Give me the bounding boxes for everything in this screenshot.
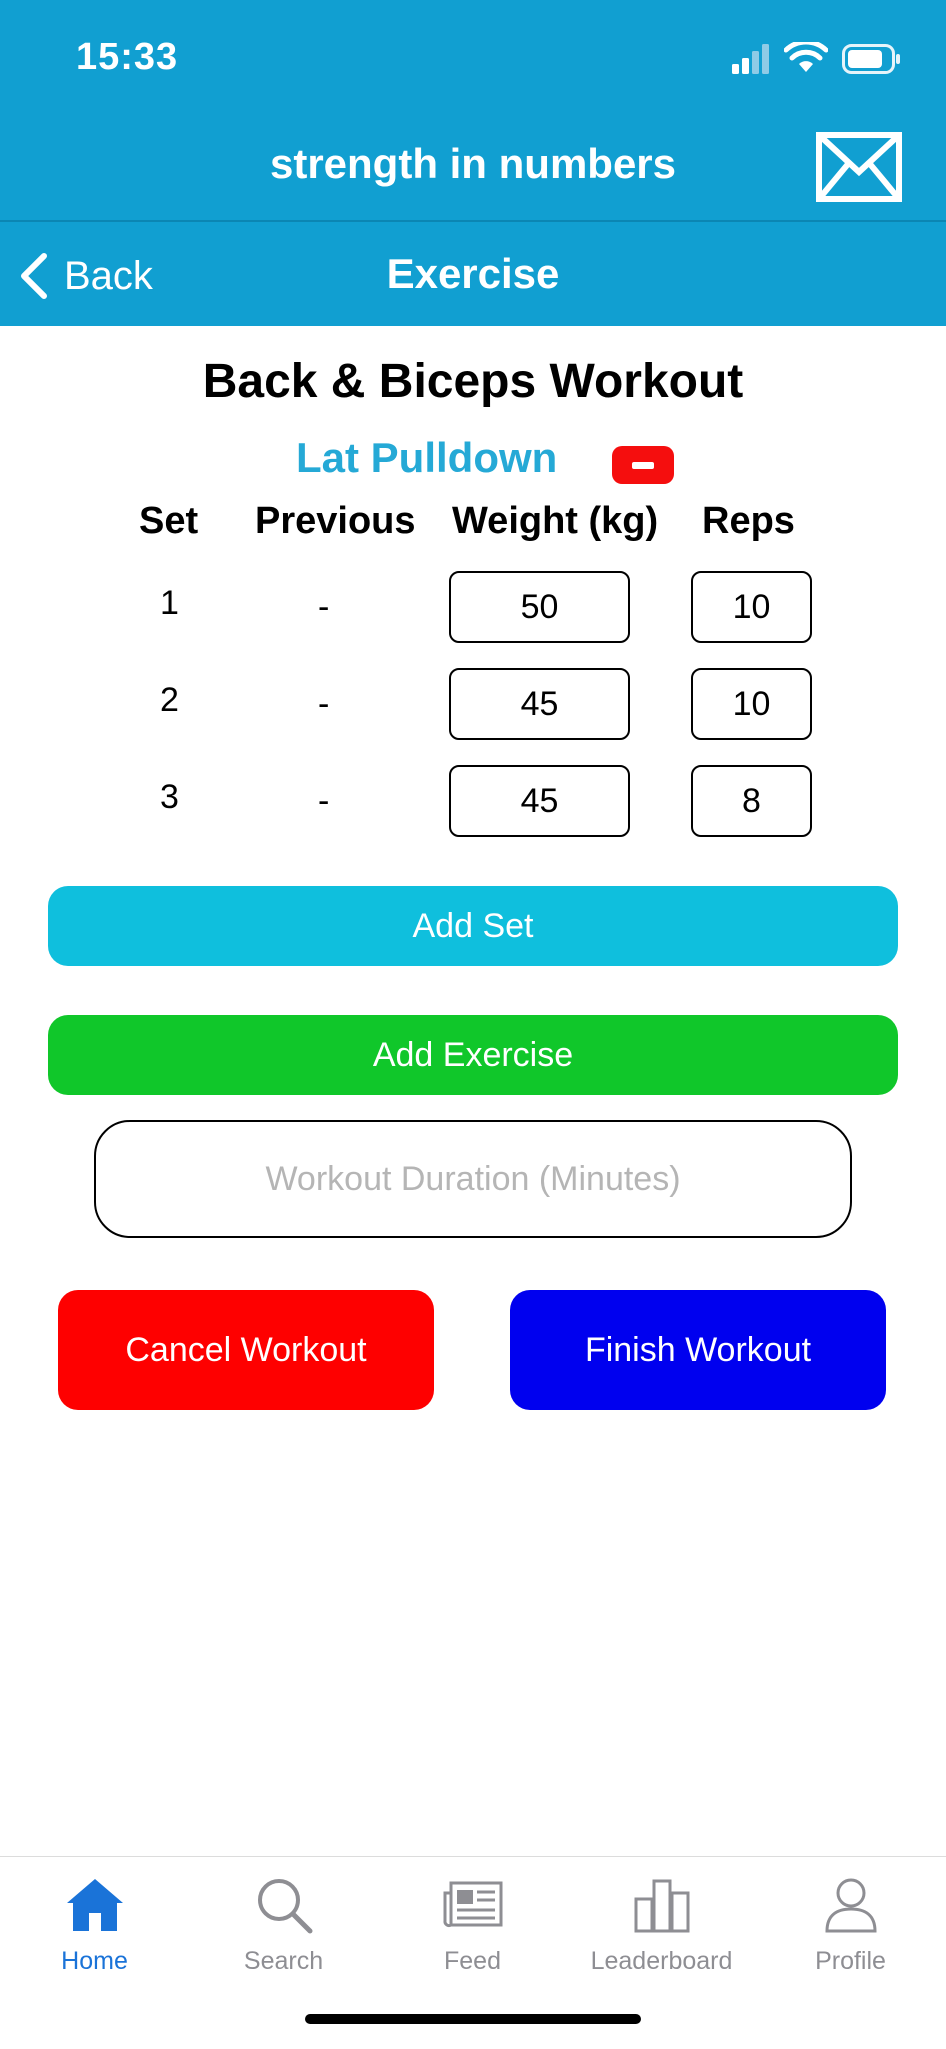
newspaper-icon (443, 1881, 502, 1928)
nav-title: Exercise (386, 250, 560, 297)
search-icon (257, 1879, 312, 1934)
workout-duration-input[interactable]: Workout Duration (Minutes) (94, 1120, 852, 1238)
column-header-previous: Previous (255, 500, 416, 542)
tab-label: Home (61, 1947, 128, 1975)
previous-value: - (318, 588, 330, 626)
tab-label: Search (243, 1947, 324, 1975)
weight-input[interactable]: 45 (449, 668, 630, 740)
add-exercise-button[interactable]: Add Exercise (48, 1015, 898, 1095)
brand-title: strength in numbers (269, 140, 677, 187)
set-number: 1 (160, 584, 179, 622)
cellular-signal-icon (732, 44, 769, 74)
tab-home[interactable]: Home (0, 1873, 189, 1993)
previous-value: - (318, 782, 330, 820)
battery-icon (842, 44, 900, 74)
reps-input[interactable]: 10 (691, 571, 812, 643)
previous-value: - (318, 685, 330, 723)
status-time: 15:33 (76, 36, 179, 78)
column-header-weight: Weight (kg) (452, 500, 659, 542)
column-header-reps: Reps (702, 500, 795, 542)
tab-label: Profile (815, 1947, 886, 1975)
add-set-button[interactable]: Add Set (48, 886, 898, 966)
cancel-workout-button[interactable]: Cancel Workout (58, 1290, 434, 1410)
tab-label: Leaderboard (590, 1947, 733, 1975)
tab-leaderboard[interactable]: Leaderboard (567, 1873, 756, 1993)
column-header-set: Set (139, 500, 199, 542)
wifi-icon (784, 42, 828, 72)
home-icon (66, 1879, 123, 1931)
tab-search[interactable]: Search (189, 1873, 378, 1993)
header-divider (0, 220, 946, 222)
home-indicator (305, 2014, 641, 2024)
set-number: 3 (160, 778, 179, 816)
weight-input[interactable]: 45 (449, 765, 630, 837)
bar-chart-icon (634, 1879, 689, 1933)
tab-feed[interactable]: Feed (378, 1873, 567, 1993)
exercise-name: Lat Pulldown (296, 434, 558, 481)
reps-input[interactable]: 8 (691, 765, 812, 837)
person-icon (824, 1878, 877, 1933)
weight-input[interactable]: 50 (449, 571, 630, 643)
set-number: 2 (160, 681, 179, 719)
tab-profile[interactable]: Profile (756, 1873, 945, 1993)
tab-label: Feed (444, 1947, 501, 1975)
remove-exercise-button[interactable] (612, 446, 674, 484)
workout-title: Back & Biceps Workout (202, 355, 744, 408)
finish-workout-button[interactable]: Finish Workout (510, 1290, 886, 1410)
envelope-icon[interactable] (816, 132, 902, 202)
reps-input[interactable]: 10 (691, 668, 812, 740)
